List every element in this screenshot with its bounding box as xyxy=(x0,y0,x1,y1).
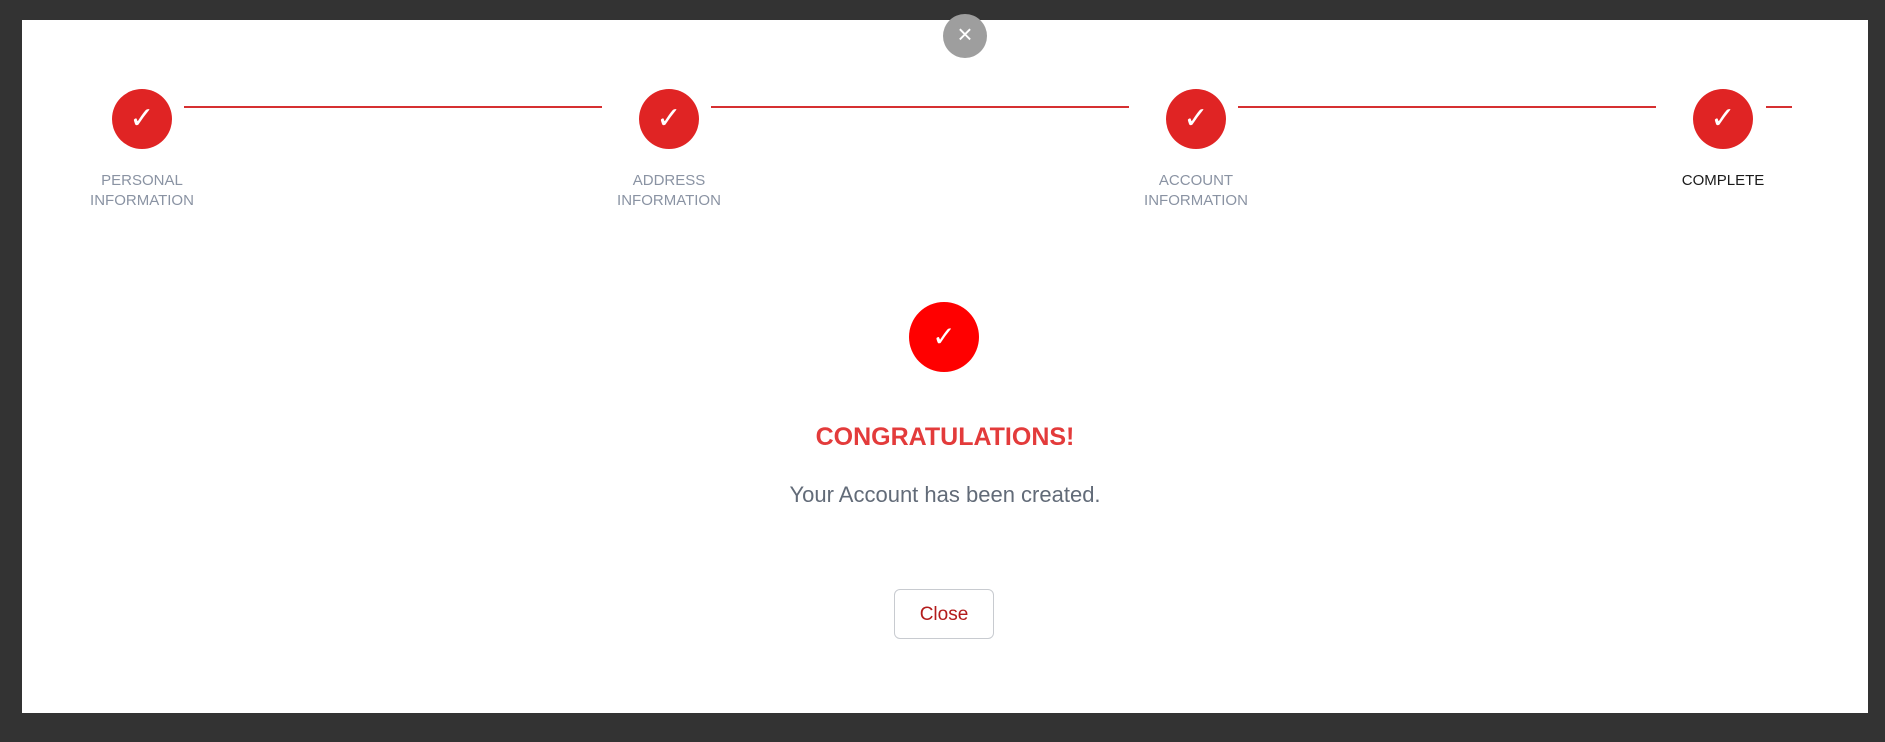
close-button[interactable]: Close xyxy=(894,589,994,639)
step-connector xyxy=(184,106,602,108)
modal-dialog: × ✓ Personal Information ✓ Address Infor… xyxy=(22,14,1868,713)
step-address-information[interactable]: ✓ Address Information xyxy=(589,89,749,211)
step-label: Account Information xyxy=(1144,172,1248,209)
success-message: Your Account has been created. xyxy=(789,482,1101,507)
step-personal-information[interactable]: ✓ Personal Information xyxy=(62,89,222,211)
close-modal-icon[interactable]: × xyxy=(943,14,987,58)
step-connector xyxy=(1238,106,1656,108)
success-title: CONGRATULATIONS! xyxy=(815,423,1075,451)
step-complete[interactable]: ✓ Complete xyxy=(1643,89,1803,191)
step-label: Complete xyxy=(1681,172,1765,189)
check-icon: ✓ xyxy=(112,89,172,149)
check-icon: ✓ xyxy=(1166,89,1226,149)
step-label: Address Information xyxy=(617,172,721,209)
check-icon: ✓ xyxy=(1693,89,1753,149)
step-connector xyxy=(711,106,1129,108)
step-label: Personal Information xyxy=(90,172,194,209)
success-check-icon: ✓ xyxy=(909,302,979,372)
step-account-information[interactable]: ✓ Account Information xyxy=(1116,89,1276,211)
check-icon: ✓ xyxy=(639,89,699,149)
